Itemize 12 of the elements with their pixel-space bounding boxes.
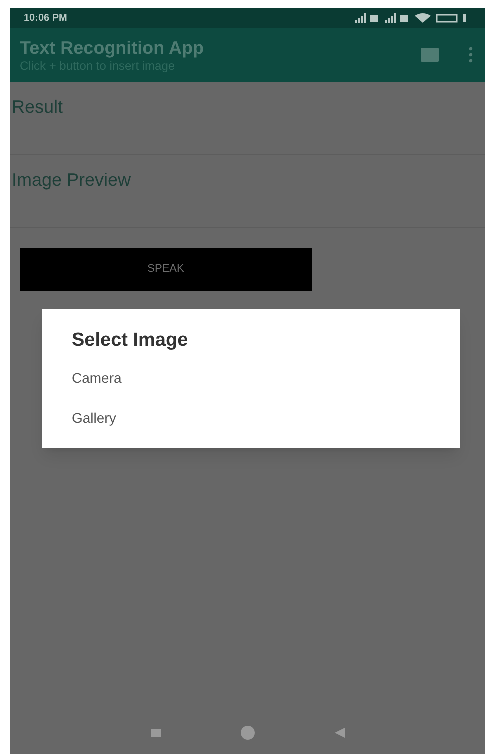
home-icon[interactable]: [240, 726, 254, 740]
speak-button[interactable]: SPEAK: [20, 248, 312, 291]
app-title: Text Recognition App: [20, 36, 205, 58]
section-label: Image Preview: [12, 170, 132, 190]
dialog-option[interactable]: Gallery: [72, 408, 460, 448]
dialog-option[interactable]: Camera: [72, 368, 460, 408]
dialog-title: Select Image: [72, 329, 190, 353]
recents-icon[interactable]: [150, 729, 160, 737]
back-icon[interactable]: [334, 728, 344, 738]
status-time: 10:06 PM: [24, 12, 68, 26]
section-label: Result: [12, 97, 64, 117]
more-options-icon[interactable]: [469, 47, 473, 63]
